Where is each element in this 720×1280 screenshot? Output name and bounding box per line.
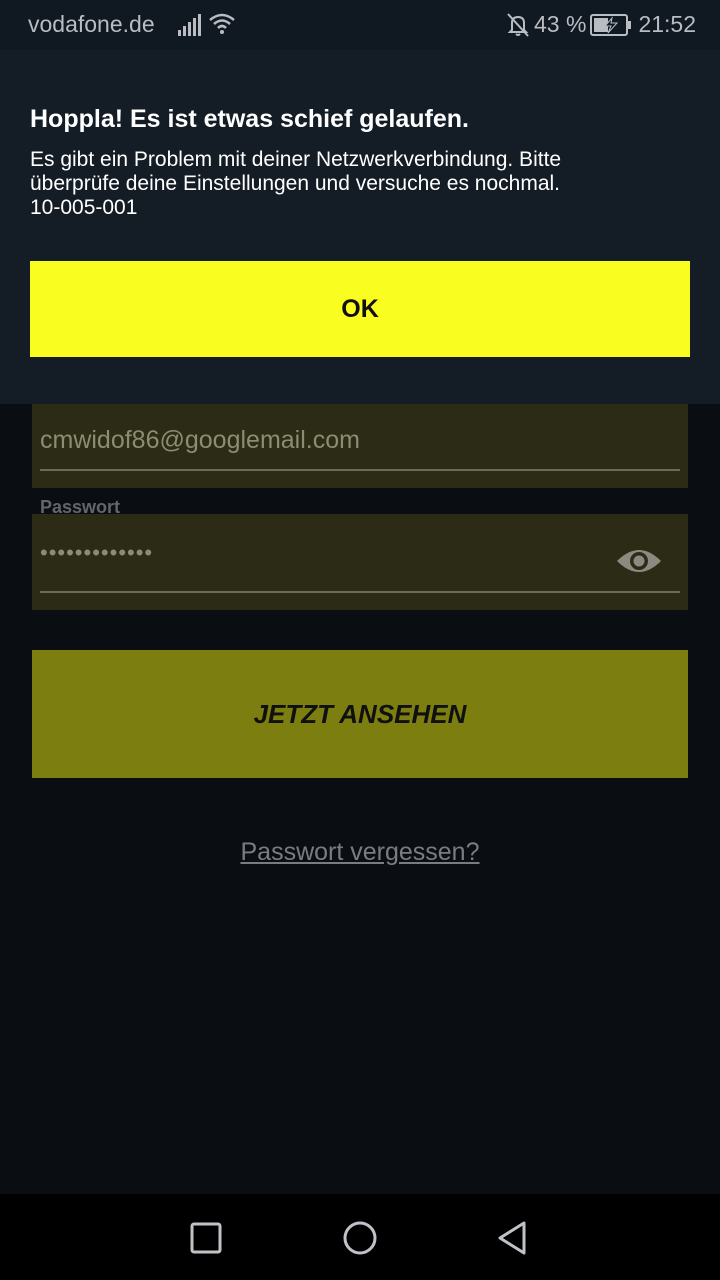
ok-button[interactable]: OK: [30, 261, 690, 357]
battery-charging-icon: [590, 14, 631, 36]
screen: vodafone.de 43 % 21:52 cmwidof86@googlem…: [0, 0, 720, 1280]
recents-icon[interactable]: [186, 1218, 226, 1258]
status-bar: vodafone.de 43 % 21:52: [0, 0, 720, 50]
eye-icon[interactable]: [616, 542, 662, 580]
email-field[interactable]: cmwidof86@googlemail.com: [32, 392, 688, 488]
dialog-message-line: überprüfe deine Einstellungen und versuc…: [30, 172, 561, 195]
dialog-title: Hoppla! Es ist etwas schief gelaufen.: [30, 105, 470, 133]
email-value: cmwidof86@googlemail.com: [40, 426, 360, 454]
home-icon[interactable]: [340, 1218, 380, 1258]
error-code: 10-005-001: [30, 196, 138, 219]
signal-icon: [178, 14, 201, 36]
dialog-message-line: Es gibt ein Problem mit deiner Netzwerkv…: [30, 148, 562, 171]
password-underline: [40, 591, 680, 593]
carrier-name: vodafone.de: [28, 11, 155, 37]
watch-now-button[interactable]: JETZT ANSEHEN: [32, 650, 688, 778]
wifi-icon: [209, 13, 235, 34]
notifications-muted-icon: [507, 13, 529, 37]
password-field[interactable]: •••••••••••••: [32, 514, 688, 610]
navigation-bar: [0, 1194, 720, 1280]
dialog-message: Es gibt ein Problem mit deiner Netzwerkv…: [30, 148, 670, 220]
error-dialog: Hoppla! Es ist etwas schief gelaufen. Es…: [0, 50, 720, 404]
clock: 21:52: [638, 11, 696, 37]
forgot-password-link[interactable]: Passwort vergessen?: [0, 838, 720, 867]
battery-percent: 43 %: [534, 11, 587, 37]
password-value: •••••••••••••: [40, 540, 154, 565]
email-underline: [40, 469, 680, 471]
back-icon[interactable]: [492, 1218, 532, 1258]
